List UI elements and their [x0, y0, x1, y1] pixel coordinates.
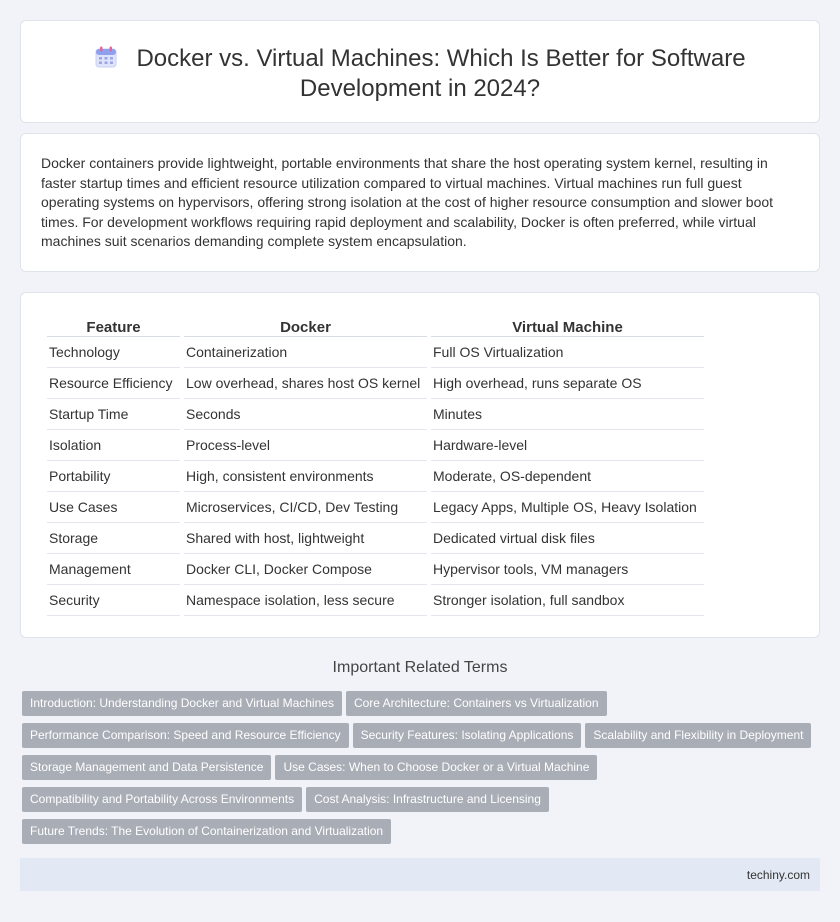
- term-tag[interactable]: Use Cases: When to Choose Docker or a Vi…: [275, 755, 598, 780]
- cell-vm: Hardware-level: [431, 430, 704, 461]
- column-header-virtual-machine: Virtual Machine: [431, 315, 704, 337]
- title-card: Docker vs. Virtual Machines: Which Is Be…: [20, 20, 820, 123]
- table-row: Management Docker CLI, Docker Compose Hy…: [47, 554, 704, 585]
- term-tag[interactable]: Introduction: Understanding Docker and V…: [22, 691, 342, 716]
- term-tag[interactable]: Future Trends: The Evolution of Containe…: [22, 819, 392, 844]
- cell-docker: High, consistent environments: [184, 461, 427, 492]
- cell-vm: Legacy Apps, Multiple OS, Heavy Isolatio…: [431, 492, 704, 523]
- cell-feature: Portability: [47, 461, 180, 492]
- title-line-2: Development in 2024?: [299, 75, 541, 102]
- term-tag[interactable]: Scalability and Flexibility in Deploymen…: [585, 723, 812, 748]
- term-tag[interactable]: Cost Analysis: Infrastructure and Licens…: [306, 787, 549, 812]
- table-row: Resource Efficiency Low overhead, shares…: [47, 368, 704, 399]
- term-tag[interactable]: Security Features: Isolating Application…: [352, 723, 582, 748]
- term-row: Compatibility and Portability Across Env…: [22, 787, 822, 819]
- related-terms-heading: Important Related Terms: [332, 659, 508, 676]
- cell-vm: Hypervisor tools, VM managers: [431, 554, 704, 585]
- table-row: Startup Time Seconds Minutes: [47, 399, 704, 430]
- footer-site-name[interactable]: techiny.com: [747, 868, 810, 882]
- cell-feature: Startup Time: [47, 399, 180, 430]
- cell-feature: Use Cases: [47, 492, 180, 523]
- cell-vm: High overhead, runs separate OS: [431, 368, 704, 399]
- table-row: Use Cases Microservices, CI/CD, Dev Test…: [47, 492, 704, 523]
- cell-vm: Dedicated virtual disk files: [431, 523, 704, 554]
- cell-feature: Resource Efficiency: [47, 368, 180, 399]
- cell-feature: Technology: [47, 337, 180, 368]
- cell-docker: Containerization: [184, 337, 427, 368]
- calendar-icon: [95, 46, 117, 68]
- cell-docker: Namespace isolation, less secure: [184, 585, 427, 616]
- cell-vm: Moderate, OS-dependent: [431, 461, 704, 492]
- related-terms-list: Introduction: Understanding Docker and V…: [22, 691, 822, 851]
- comparison-card: Feature Docker Virtual Machine Technolog…: [20, 292, 820, 638]
- term-row: Introduction: Understanding Docker and V…: [22, 691, 822, 723]
- cell-docker: Process-level: [184, 430, 427, 461]
- column-header-docker: Docker: [184, 315, 427, 337]
- intro-paragraph: Docker containers provide lightweight, p…: [41, 155, 774, 249]
- page-title: Docker vs. Virtual Machines: Which Is Be…: [21, 44, 819, 104]
- cell-feature: Security: [47, 585, 180, 616]
- table-row: Isolation Process-level Hardware-level: [47, 430, 704, 461]
- cell-feature: Storage: [47, 523, 180, 554]
- intro-card: Docker containers provide lightweight, p…: [20, 133, 820, 272]
- term-tag[interactable]: Compatibility and Portability Across Env…: [22, 787, 303, 812]
- cell-vm: Stronger isolation, full sandbox: [431, 585, 704, 616]
- term-tag[interactable]: Storage Management and Data Persistence: [22, 755, 272, 780]
- table-header-row: Feature Docker Virtual Machine: [47, 315, 704, 337]
- cell-docker: Shared with host, lightweight: [184, 523, 427, 554]
- title-line-1: Docker vs. Virtual Machines: Which Is Be…: [136, 45, 746, 72]
- term-tag[interactable]: Core Architecture: Containers vs Virtual…: [345, 691, 607, 716]
- term-row: Storage Management and Data Persistence U…: [22, 755, 822, 787]
- comparison-table: Feature Docker Virtual Machine Technolog…: [43, 315, 708, 616]
- table-row: Portability High, consistent environment…: [47, 461, 704, 492]
- column-header-feature: Feature: [47, 315, 180, 337]
- table-row: Security Namespace isolation, less secur…: [47, 585, 704, 616]
- term-tag[interactable]: Performance Comparison: Speed and Resour…: [22, 723, 349, 748]
- cell-docker: Low overhead, shares host OS kernel: [184, 368, 427, 399]
- cell-docker: Microservices, CI/CD, Dev Testing: [184, 492, 427, 523]
- term-row: Future Trends: The Evolution of Containe…: [22, 819, 822, 851]
- cell-vm: Minutes: [431, 399, 704, 430]
- cell-feature: Isolation: [47, 430, 180, 461]
- footer: techiny.com: [20, 858, 820, 891]
- table-row: Technology Containerization Full OS Virt…: [47, 337, 704, 368]
- cell-docker: Seconds: [184, 399, 427, 430]
- table-row: Storage Shared with host, lightweight De…: [47, 523, 704, 554]
- cell-feature: Management: [47, 554, 180, 585]
- cell-vm: Full OS Virtualization: [431, 337, 704, 368]
- cell-docker: Docker CLI, Docker Compose: [184, 554, 427, 585]
- term-row: Performance Comparison: Speed and Resour…: [22, 723, 822, 755]
